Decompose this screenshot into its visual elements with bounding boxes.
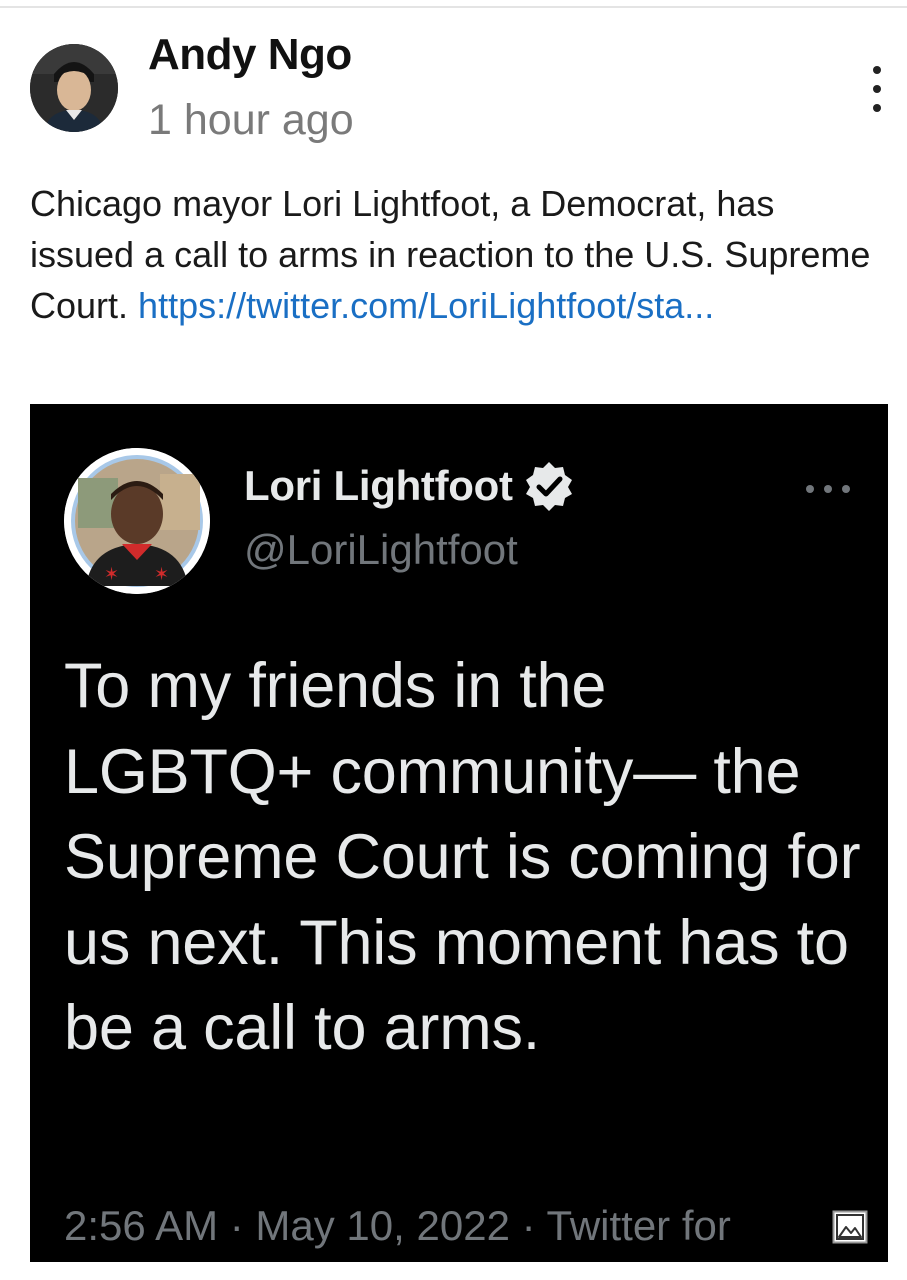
tweet-handle: @LoriLightfoot (244, 526, 518, 573)
author-name[interactable]: Andy Ngo (148, 30, 352, 80)
tweet-metadata: 2:56 AM · May 10, 2022 · Twitter for (64, 1202, 731, 1249)
tweet-display-name: Lori Lightfoot (244, 462, 513, 509)
menu-dot (842, 485, 850, 493)
menu-dot (873, 104, 881, 112)
menu-dot (873, 85, 881, 93)
menu-dot (824, 485, 832, 493)
more-horizontal-icon (806, 484, 850, 494)
image-icon[interactable] (832, 1210, 868, 1244)
svg-text:✶: ✶ (154, 564, 169, 585)
post-view: Andy Ngo 1 hour ago Chicago mayor Lori L… (0, 0, 907, 1280)
menu-dot (806, 485, 814, 493)
verified-badge-icon (525, 462, 572, 511)
post-body: Chicago mayor Lori Lightfoot, a Democrat… (30, 178, 880, 331)
tweet-author-avatar: ✶ ✶ (64, 448, 210, 594)
menu-dot (873, 66, 881, 74)
tweet-text: To my friends in the LGBTQ+ community— t… (64, 651, 861, 1063)
tweet-link[interactable]: https://twitter.com/LoriLightfoot/sta... (138, 285, 714, 326)
embedded-tweet-image[interactable]: ✶ ✶ Lori Lightfoot @LoriLightfoot To my … (30, 404, 888, 1262)
author-avatar[interactable] (30, 44, 118, 132)
svg-text:✶: ✶ (104, 564, 119, 585)
tweet-name-row: Lori Lightfoot (244, 460, 575, 512)
divider (0, 6, 907, 8)
more-vertical-icon[interactable] (862, 66, 892, 112)
post-timestamp: 1 hour ago (148, 96, 354, 144)
